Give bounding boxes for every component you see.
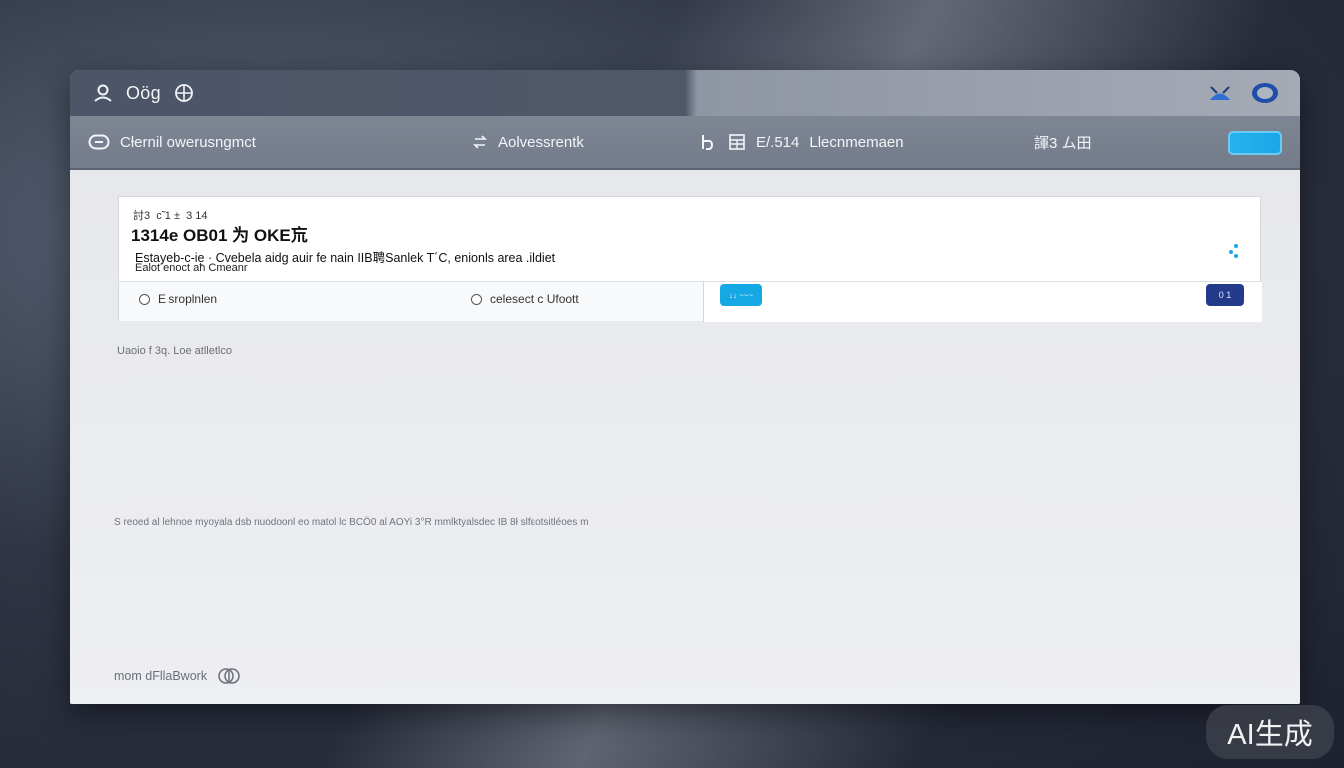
radio-option-2-label: celesect c Ufoott xyxy=(490,292,579,306)
section-label: Uaoio f 3q. Loe atlletlco xyxy=(117,345,232,357)
toolbar-title: Cƚernil owerusngmct xyxy=(120,133,256,151)
toolbar-item-2[interactable]: Aolvessrentk xyxy=(472,133,584,151)
toolbar-item-2-label: Aolvessrentk xyxy=(498,133,584,151)
info-card: 討3 с̃ 1 ± 3 14 1314e OB01 为 OKE巟 Estayeb… xyxy=(118,196,1262,322)
note-text: S reoed al lehnoe myoyala dsb nuodoonl e… xyxy=(114,517,589,528)
app-window: Oög Cƚernil owerusngmct Aolvessrentk E/.… xyxy=(70,70,1300,704)
card-heading: 1314e OB01 为 OKE巟 xyxy=(131,226,308,245)
footer-link[interactable]: mom dFllaBwork xyxy=(114,669,207,683)
watermark-badge: AI生成 xyxy=(1206,705,1334,759)
toolbar-title-item[interactable]: Cƚernil owerusngmct xyxy=(88,133,256,151)
toolbar-item-3-label: Llecnmemaen xyxy=(809,133,904,151)
toolbar-item-4-label: 諢3 ム田 xyxy=(1034,134,1092,152)
title-bar: Oög xyxy=(70,70,1300,116)
radio-option-1-label: E sroplnlen xyxy=(158,292,218,306)
radio-option-1[interactable]: E sroplnlen xyxy=(139,292,217,306)
radio-button[interactable] xyxy=(139,293,150,305)
options-row: E sroplnlen celesect c Ufoott ↓↓ ~~~ 0 1 xyxy=(119,281,1262,322)
user-icon[interactable] xyxy=(92,82,114,104)
add-icon[interactable] xyxy=(217,667,241,685)
action-chip-navy[interactable]: 0 1 xyxy=(1206,284,1244,306)
actions-area: ↓↓ ~~~ 0 1 xyxy=(704,282,1262,322)
globe-icon[interactable] xyxy=(173,82,195,104)
radio-button[interactable] xyxy=(471,293,482,305)
app-name: Oög xyxy=(126,82,161,103)
toolbar: Cƚernil owerusngmct Aolvessrentk E/.514 … xyxy=(70,116,1300,170)
calculator-icon xyxy=(728,133,746,151)
radio-option-2[interactable]: celesect c Ufoott xyxy=(471,292,579,306)
card-subdescription: Ealot enoсt aħ Cmeanr xyxy=(135,262,248,274)
footer: mom dFllaBwork xyxy=(114,667,241,685)
more-options-icon[interactable] xyxy=(1226,243,1240,264)
toolbar-item-3-code: E/.514 xyxy=(756,133,800,151)
refresh-icon xyxy=(700,133,718,151)
toolbar-toggle[interactable] xyxy=(1228,131,1282,155)
profile-icon[interactable] xyxy=(1250,81,1280,105)
swap-icon xyxy=(472,133,488,151)
link-icon xyxy=(88,133,110,151)
toolbar-item-3[interactable]: E/.514 Llecnmemaen xyxy=(700,133,904,151)
action-chip-blue[interactable]: ↓↓ ~~~ xyxy=(720,284,762,306)
main-content: 討3 с̃ 1 ± 3 14 1314e OB01 为 OKE巟 Estayeb… xyxy=(70,170,1300,704)
toolbar-item-4[interactable]: 諢3 ム田 xyxy=(1034,132,1092,153)
chart-icon[interactable] xyxy=(1208,83,1232,103)
